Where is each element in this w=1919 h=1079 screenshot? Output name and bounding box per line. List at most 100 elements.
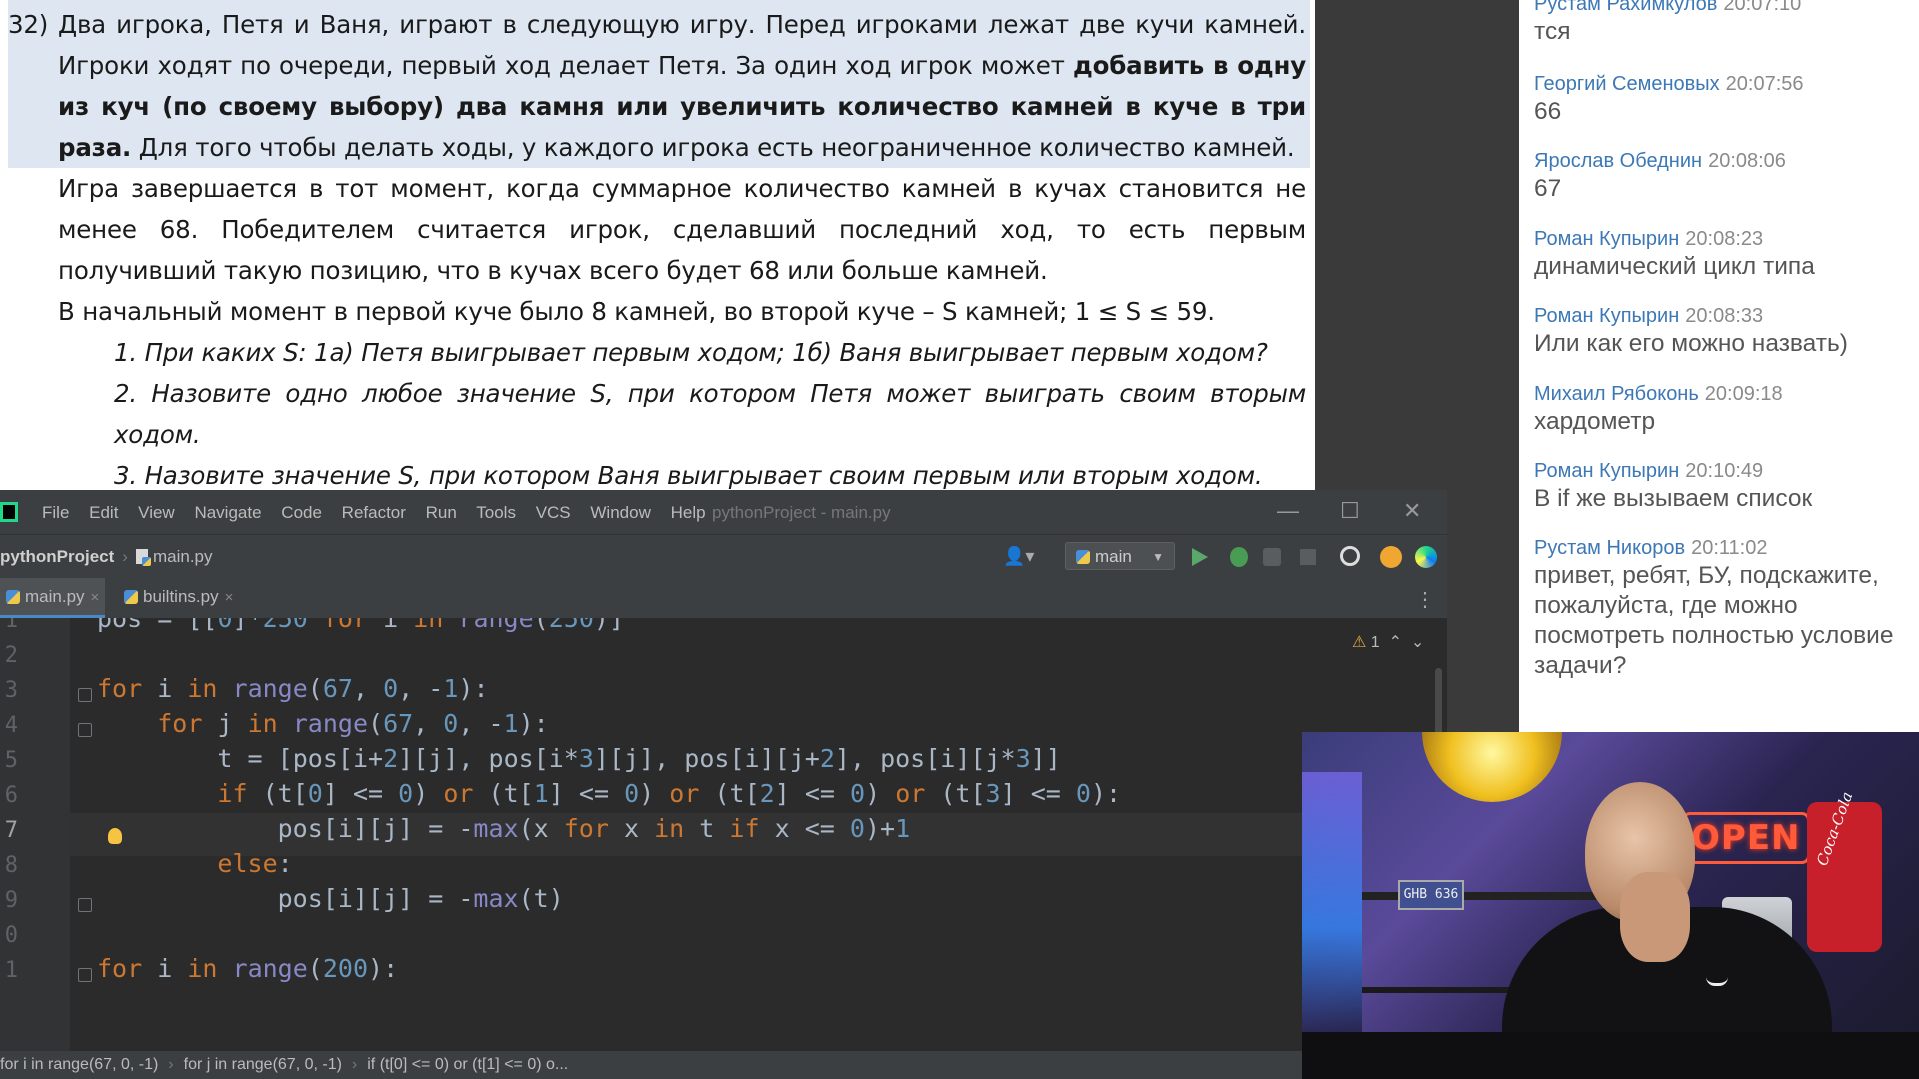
close-icon[interactable]: ✕ — [1403, 498, 1421, 524]
chat-text: тся — [1534, 18, 1571, 45]
fold-icon[interactable] — [78, 968, 92, 982]
warning-icon: ⚠ — [1352, 634, 1367, 651]
task-question-2: 2. Назовите одно любое значение S, при к… — [114, 379, 1306, 449]
code-line[interactable]: for j in range(67, 0, -1): — [97, 709, 549, 738]
chevron-right-icon: › — [122, 547, 128, 566]
chat-message: Михаил Рябоконь 20:09:18 хардометр — [1534, 381, 1919, 437]
chat-message: Георгий Семеновых 20:07:56 66 — [1534, 71, 1919, 127]
chat-text: динамический цикл типа — [1534, 253, 1815, 280]
pycharm-logo-icon — [0, 502, 18, 522]
menu-edit[interactable]: Edit — [89, 503, 118, 522]
close-tab-icon[interactable]: × — [225, 589, 234, 606]
navigation-bar: pythonProject › main.py 👤▾ main ▼ — [0, 534, 1447, 579]
maximize-icon[interactable]: ☐ — [1340, 498, 1360, 524]
neon-light — [1302, 772, 1362, 1032]
close-tab-icon[interactable]: × — [91, 589, 100, 606]
line-number: 6 — [4, 783, 18, 808]
window-title: pythonProject - main.py — [712, 503, 891, 522]
code-line[interactable]: pos[i][j] = -max(t) — [97, 884, 564, 913]
python-icon — [124, 590, 138, 604]
chat-text: привет, ребят, БУ, подскажите, пожалуйст… — [1534, 562, 1894, 679]
code-line[interactable]: pos = [[0]*250 for i in range(250)] — [97, 618, 624, 633]
open-neon-sign: OPEN — [1682, 812, 1810, 864]
fold-icon[interactable] — [78, 688, 92, 702]
fold-icon[interactable] — [78, 723, 92, 737]
menu-file[interactable]: File — [42, 503, 69, 522]
menu-view[interactable]: View — [138, 503, 175, 522]
status-crumb[interactable]: for i in range(67, 0, -1) — [0, 1056, 158, 1073]
more-vertical-icon[interactable]: ⋮ — [1415, 587, 1435, 612]
coverage-icon[interactable] — [1263, 548, 1281, 566]
chat-message: Рустам Рахимкулов 20:07:10 тся — [1534, 0, 1919, 47]
task-paragraph-2: Игра завершается в тот момент, когда сум… — [58, 174, 1306, 285]
menu-code[interactable]: Code — [281, 503, 322, 522]
code-line[interactable]: t = [pos[i+2][j], pos[i*3][j], pos[i][j+… — [97, 744, 1060, 773]
webcam-overlay: GHB 636 OPEN Coca-Cola — [1302, 732, 1919, 1079]
line-number: 0 — [4, 923, 18, 948]
jetbrains-icon[interactable] — [1415, 546, 1437, 568]
chat-message: Роман Купырин 20:10:49 В if же вызываем с… — [1534, 458, 1919, 514]
code-line[interactable]: else: — [97, 849, 292, 878]
menu-navigate[interactable]: Navigate — [194, 503, 261, 522]
chat-text: 67 — [1534, 175, 1562, 202]
chat-panel[interactable]: Рустам Рахимкулов 20:07:10 тся Георгий Се… — [1519, 0, 1919, 732]
line-number: 9 — [4, 888, 18, 913]
breadcrumb-project[interactable]: pythonProject — [0, 547, 114, 566]
ide-window[interactable]: File Edit View Navigate Code Refactor Ru… — [0, 490, 1447, 1079]
line-number: 2 — [4, 643, 18, 668]
menu-help[interactable]: Help — [671, 503, 706, 522]
tab-builtins-py[interactable]: builtins.py × — [118, 578, 239, 616]
chat-time: 20:08:06 — [1708, 150, 1786, 172]
menu-vcs[interactable]: VCS — [536, 503, 571, 522]
minimize-icon[interactable]: — — [1277, 498, 1299, 524]
menu-run[interactable]: Run — [426, 503, 457, 522]
code-line[interactable]: for i in range(200): — [97, 954, 398, 983]
line-number: 3 — [4, 678, 18, 703]
chat-time: 20:08:23 — [1685, 228, 1764, 250]
status-crumb[interactable]: for j in range(67, 0, -1) — [184, 1056, 342, 1073]
inspection-widget[interactable]: ⚠ 1 ⌃ ⌄ — [1352, 632, 1424, 652]
stop-icon[interactable] — [1300, 549, 1316, 565]
task-paragraph-1: Два игрока, Петя и Ваня, играют в следую… — [58, 10, 1306, 162]
code-editor[interactable]: 1 2 3 4 5 6 7 8 9 0 1 pos = [[0]*250 for… — [0, 618, 1447, 1051]
code-line[interactable]: if (t[0] <= 0) or (t[1] <= 0) or (t[2] <… — [97, 779, 1121, 808]
menu-refactor[interactable]: Refactor — [342, 503, 406, 522]
task-question-3: 3. Назовите значение S, при котором Ваня… — [114, 461, 1263, 490]
editor-tabs: main.py × builtins.py × ⋮ — [0, 578, 1447, 619]
desk — [1302, 1032, 1919, 1079]
license-plate: GHB 636 — [1398, 880, 1464, 910]
breadcrumb: pythonProject › main.py — [0, 547, 213, 567]
line-number: 5 — [4, 748, 18, 773]
menu-tools[interactable]: Tools — [476, 503, 516, 522]
python-file-icon — [135, 549, 151, 566]
chat-author: Рустам Никоров — [1534, 537, 1686, 559]
code-line[interactable]: pos[i][j] = -max(x for x in t if x <= 0)… — [97, 814, 911, 843]
run-icon[interactable] — [1192, 548, 1208, 566]
task-paragraph-3: В начальный момент в первой куче было 8 … — [58, 297, 1215, 326]
search-icon[interactable] — [1340, 546, 1360, 566]
chat-time: 20:11:02 — [1691, 537, 1768, 559]
breadcrumb-file[interactable]: main.py — [153, 547, 213, 566]
chat-time: 20:10:49 — [1685, 460, 1764, 482]
tab-main-py[interactable]: main.py × — [0, 578, 106, 618]
user-icon[interactable]: 👤▾ — [1003, 546, 1034, 567]
chat-message: Ярослав Обеднин 20:08:06 67 — [1534, 148, 1919, 204]
chat-text: В if же вызываем список — [1534, 485, 1813, 512]
chat-message: Роман Купырин 20:08:33 Или как его можно … — [1534, 303, 1919, 359]
python-icon — [6, 590, 20, 604]
chat-author: Роман Купырин — [1534, 460, 1680, 482]
fridge-logo: Coca-Cola — [1813, 789, 1857, 869]
chevron-down-icon[interactable]: ⌄ — [1411, 634, 1424, 651]
debug-icon[interactable] — [1230, 547, 1248, 567]
fold-icon[interactable] — [78, 898, 92, 912]
chat-message: Роман Купырин 20:08:23 динамический цикл … — [1534, 226, 1919, 282]
run-config-select[interactable]: main ▼ — [1065, 542, 1175, 570]
status-crumb[interactable]: if (t[0] <= 0) or (t[1] <= 0) o... — [367, 1056, 568, 1073]
code-line[interactable]: for i in range(67, 0, -1): — [97, 674, 489, 703]
chevron-up-icon[interactable]: ⌃ — [1389, 634, 1402, 651]
task-number: 32) — [8, 10, 49, 39]
menu-window[interactable]: Window — [590, 503, 650, 522]
update-icon[interactable] — [1380, 546, 1402, 568]
line-number: 4 — [4, 713, 18, 738]
chat-author: Михаил Рябоконь — [1534, 383, 1699, 405]
